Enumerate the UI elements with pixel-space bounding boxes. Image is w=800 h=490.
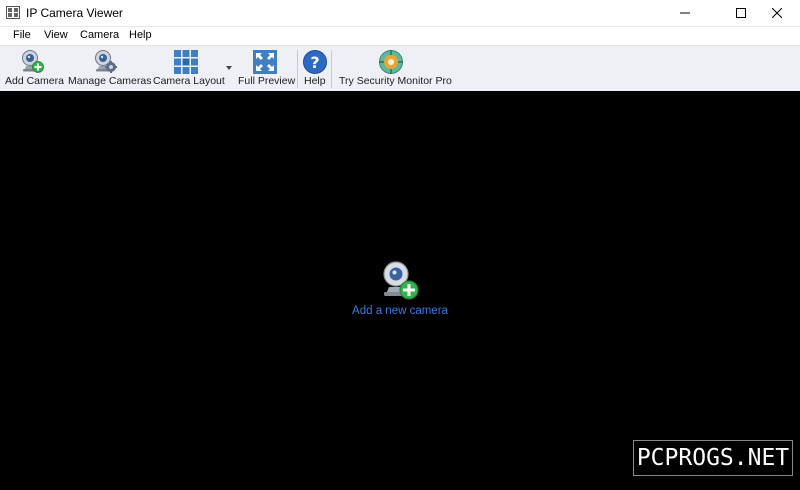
menu-view[interactable]: View bbox=[44, 29, 68, 41]
close-button[interactable] bbox=[754, 0, 800, 26]
webcam-add-icon[interactable] bbox=[378, 260, 420, 302]
full-preview-button[interactable]: Full Preview bbox=[236, 46, 296, 91]
help-button[interactable]: ? Help bbox=[301, 46, 329, 91]
security-pro-icon bbox=[379, 50, 403, 74]
watermark: PCPROGS.NET bbox=[633, 440, 793, 476]
grid-layout-icon bbox=[174, 50, 198, 74]
add-camera-label: Add Camera bbox=[5, 75, 64, 87]
svg-text:?: ? bbox=[310, 53, 319, 72]
app-icon bbox=[6, 6, 20, 19]
minimize-button[interactable] bbox=[662, 0, 708, 26]
menu-camera[interactable]: Camera bbox=[80, 29, 119, 41]
camera-layout-button[interactable]: Camera Layout bbox=[152, 46, 225, 91]
window-title: IP Camera Viewer bbox=[26, 6, 123, 20]
menu-bar: File View Camera Help bbox=[0, 27, 800, 45]
add-camera-button[interactable]: Add Camera bbox=[3, 46, 64, 91]
try-security-monitor-pro-button[interactable]: Try Security Monitor Pro bbox=[337, 46, 452, 91]
menu-file[interactable]: File bbox=[13, 29, 31, 41]
full-preview-label: Full Preview bbox=[238, 75, 296, 87]
dropdown-arrow-icon[interactable] bbox=[226, 66, 232, 70]
maximize-icon bbox=[736, 8, 746, 18]
minimize-icon bbox=[680, 12, 690, 14]
title-bar: IP Camera Viewer bbox=[0, 0, 800, 27]
webcam-add-icon bbox=[22, 50, 44, 73]
menu-help[interactable]: Help bbox=[129, 29, 152, 41]
try-pro-label: Try Security Monitor Pro bbox=[339, 75, 452, 87]
help-icon: ? bbox=[303, 50, 327, 74]
toolbar-separator bbox=[297, 50, 298, 88]
add-new-camera-link[interactable]: Add a new camera bbox=[330, 305, 470, 317]
help-label: Help bbox=[304, 75, 326, 87]
toolbar: Add Camera Manage Cameras Camera Layout … bbox=[0, 45, 800, 92]
close-icon bbox=[772, 8, 782, 18]
webcam-gear-icon bbox=[95, 50, 117, 73]
manage-cameras-label: Manage Cameras bbox=[68, 75, 152, 87]
app-window: IP Camera Viewer File View Camera Help A… bbox=[0, 0, 800, 490]
fullscreen-icon bbox=[253, 50, 277, 74]
manage-cameras-button[interactable]: Manage Cameras bbox=[68, 46, 151, 91]
camera-layout-label: Camera Layout bbox=[153, 75, 225, 87]
toolbar-separator bbox=[331, 50, 332, 88]
